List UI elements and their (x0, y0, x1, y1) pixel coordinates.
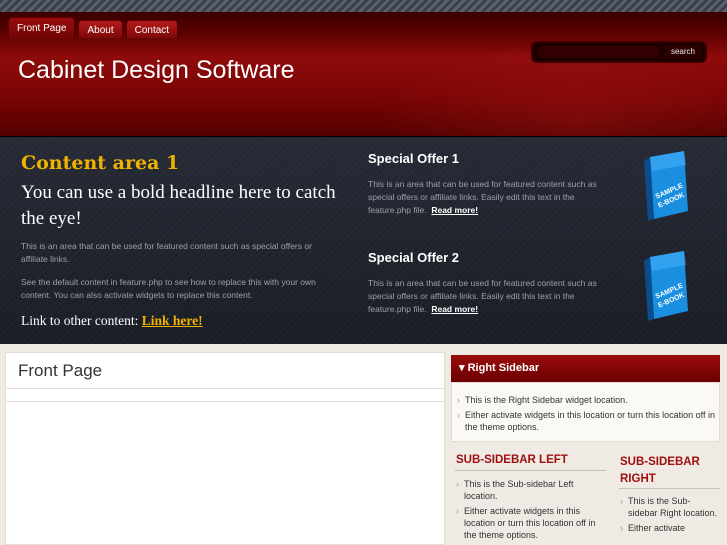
content-area-title: Content area 1 (21, 152, 180, 174)
divider (5, 388, 445, 389)
list-item: This is the Sub-sidebar Left location. (456, 478, 606, 502)
offer-text: This is an area that can be used for fea… (368, 178, 618, 217)
search-input[interactable] (539, 46, 659, 58)
site-header: Front Page About Contact Cabinet Design … (0, 12, 727, 136)
special-offer-2: Special Offer 2 This is an area that can… (368, 250, 618, 316)
list-item: Either activate widgets in this location… (456, 505, 606, 541)
read-more-link[interactable]: Read more! (431, 304, 478, 314)
nav-tab-about[interactable]: About (78, 20, 123, 38)
divider (619, 488, 720, 489)
feature-link-row: Link to other content: Link here! (21, 313, 203, 329)
site-title[interactable]: Cabinet Design Software (18, 56, 295, 85)
feature-paragraph: See the default content in feature.php t… (21, 277, 316, 300)
feature-headline: You can use a bold headline here to catc… (21, 182, 336, 229)
read-more-link[interactable]: Read more! (431, 205, 478, 215)
offer-body: This is an area that can be used for fea… (368, 179, 597, 215)
list-item: This is the Sub-sidebar Right location. (620, 495, 720, 519)
sub-sidebar-left-list: This is the Sub-sidebar Left location. E… (456, 478, 606, 544)
right-sidebar-header[interactable]: ▾ Right Sidebar (451, 355, 720, 382)
feature-link[interactable]: Link here! (142, 313, 203, 328)
special-offer-1: Special Offer 1 This is an area that can… (368, 151, 618, 217)
ebook-cover-icon[interactable]: SAMPLE E-BOOK (640, 149, 692, 221)
main-nav: Front Page About Contact (8, 17, 179, 39)
offer-body: This is an area that can be used for fea… (368, 278, 597, 314)
list-item: Either activate widgets in this location… (457, 409, 717, 433)
feature-link-prefix: Link to other content: (21, 313, 139, 328)
sub-sidebar-right-list: This is the Sub-sidebar Right location. … (620, 495, 720, 537)
ebook-cover-icon[interactable]: SAMPLE E-BOOK (640, 249, 692, 321)
offer-text: This is an area that can be used for fea… (368, 277, 618, 316)
sub-sidebar-right-title: SUB-SIDEBAR RIGHT (620, 456, 700, 485)
divider (455, 470, 606, 471)
divider (5, 401, 445, 402)
offer-title: Special Offer 2 (368, 250, 460, 265)
right-sidebar-title: Right Sidebar (467, 362, 540, 374)
triangle-down-icon: ▾ (459, 362, 465, 374)
search-form: search (531, 41, 707, 63)
offer-title: Special Offer 1 (368, 151, 460, 166)
right-sidebar-list: This is the Right Sidebar widget locatio… (457, 394, 717, 436)
search-button[interactable]: search (664, 45, 701, 58)
nav-tab-front-page[interactable]: Front Page (8, 17, 76, 39)
page-title: Front Page (18, 361, 103, 380)
top-stripe (0, 0, 727, 12)
sub-sidebar-left-title: SUB-SIDEBAR LEFT (456, 454, 568, 466)
list-item: This is the Right Sidebar widget locatio… (457, 394, 717, 406)
feature-area: Content area 1 You can use a bold headli… (0, 136, 727, 344)
feature-paragraph: This is an area that can be used for fea… (21, 241, 312, 264)
nav-tab-contact[interactable]: Contact (125, 20, 179, 38)
list-item: Either activate (620, 522, 720, 534)
